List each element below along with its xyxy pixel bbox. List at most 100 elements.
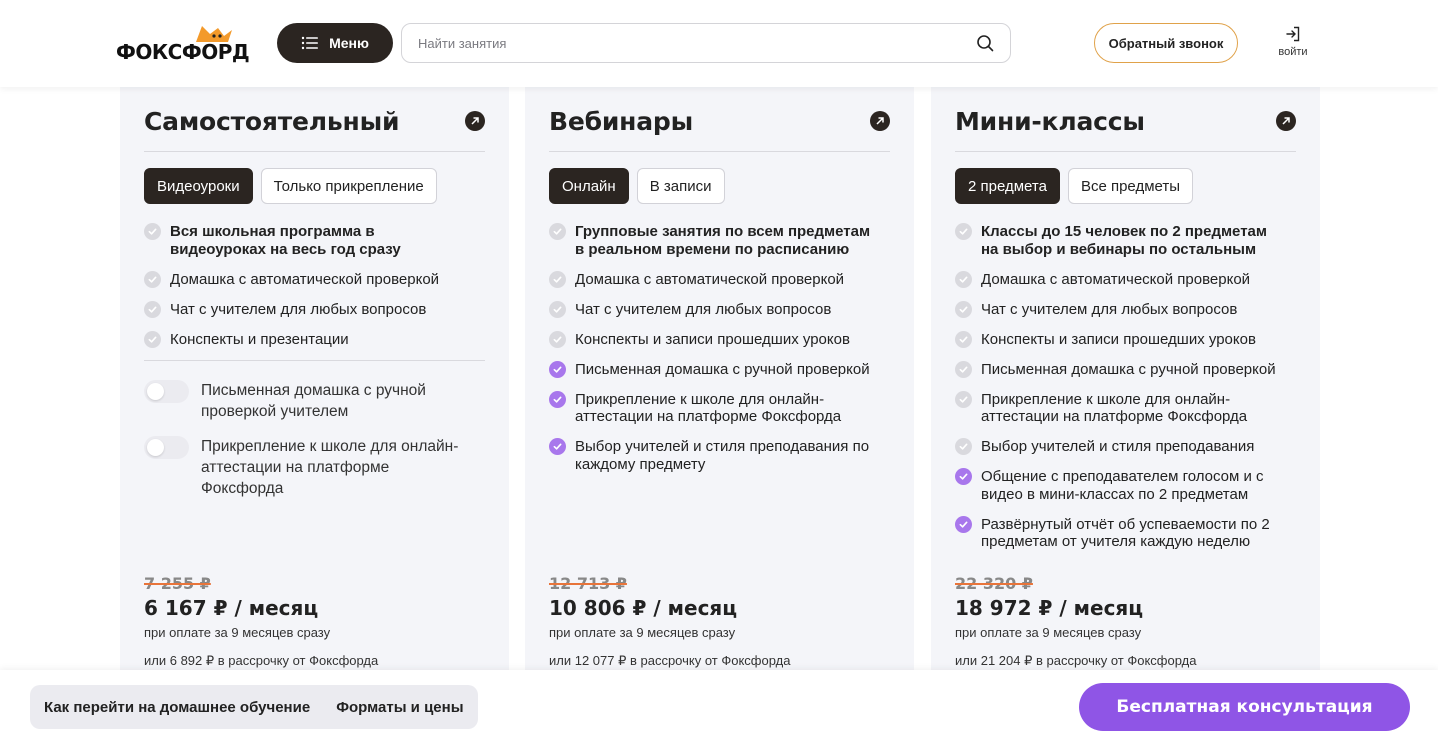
divider (955, 151, 1296, 152)
check-circle-icon (144, 223, 161, 240)
check-circle-icon (955, 438, 972, 455)
check-circle-icon (144, 330, 161, 348)
check-circle-icon (549, 270, 566, 288)
check-circle-icon (549, 390, 566, 408)
feature-item: Выбор учителей и стиля преподавания по к… (549, 438, 890, 473)
feature-item: Чат с учителем для любых вопросов (144, 300, 485, 319)
logo[interactable]: ФОКСФОРД (116, 24, 256, 64)
feature-list: Групповые занятия по всем предметам в ре… (549, 223, 890, 486)
feature-list: Классы до 15 человек по 2 предметам на в… (955, 223, 1296, 563)
arrow-up-right-icon[interactable] (1276, 111, 1296, 131)
divider (549, 151, 890, 152)
toggle-switch[interactable] (144, 436, 189, 459)
feature-text: Конспекты и презентации (170, 330, 349, 348)
check-circle-icon (955, 223, 972, 240)
card-title: Вебинары (549, 106, 694, 136)
current-price: 18 972 ₽ / месяц (955, 596, 1144, 620)
feature-text: Выбор учителей и стиля преподавания (981, 438, 1255, 455)
addon-toggle-row: Прикрепление к школе для онлайн-аттестац… (144, 436, 485, 499)
old-price: 7 255 ₽ (144, 574, 211, 593)
nav-home-schooling-link[interactable]: Как перейти на домашнее обучение (44, 699, 310, 716)
check-circle-icon (955, 360, 972, 378)
feature-item: Домашка с автоматической проверкой (955, 270, 1296, 289)
check-circle-icon (549, 223, 566, 240)
feature-text: Чат с учителем для любых вопросов (170, 300, 427, 318)
check-circle-icon (549, 360, 566, 378)
feature-text: Домашка с автоматической проверкой (981, 270, 1251, 288)
menu-label: Меню (329, 35, 369, 51)
check-circle-icon (955, 390, 972, 408)
feature-text: Выбор учителей и стиля преподавания по к… (575, 438, 870, 473)
installment-note: или 21 204 ₽ в рассрочку от Фоксфорда (955, 653, 1197, 668)
tab-option[interactable]: Онлайн (549, 168, 629, 204)
login-button[interactable]: войти (1270, 26, 1316, 66)
card-header: Вебинары (549, 105, 890, 137)
toggle-label: Письменная домашка с ручной проверкой уч… (201, 382, 426, 420)
check-circle-icon (549, 300, 566, 318)
feature-text: Домашка с автоматической проверкой (575, 270, 845, 288)
card-header: Мини-классы (955, 105, 1296, 137)
feature-text: Чат с учителем для любых вопросов (575, 300, 832, 318)
free-consultation-button[interactable]: Бесплатная консультация (1079, 683, 1410, 731)
arrow-up-right-icon[interactable] (870, 111, 890, 131)
card-title: Самостоятельный (144, 106, 400, 136)
price-note: при оплате за 9 месяцев сразу (955, 625, 1142, 640)
divider (144, 360, 485, 361)
feature-item: Конспекты и записи прошедших уроков (549, 330, 890, 349)
feature-item: Прикрепление к школе для онлайн-аттестац… (549, 390, 890, 426)
search-bar (401, 23, 1011, 63)
price-note: при оплате за 9 месяцев сразу (549, 625, 736, 640)
check-circle-icon (955, 330, 972, 348)
tab-option[interactable]: В записи (636, 168, 725, 204)
feature-item: Общение с преподавателем голосом и с вид… (955, 468, 1296, 503)
feature-text: Чат с учителем для любых вопросов (981, 300, 1238, 318)
callback-button[interactable]: Обратный звонок (1094, 23, 1238, 63)
tab-option[interactable]: Видеоуроки (144, 168, 253, 204)
feature-text: Общение с преподавателем голосом и с вид… (981, 468, 1264, 503)
search-input[interactable] (418, 35, 976, 51)
check-circle-icon (955, 270, 972, 288)
feature-item: Домашка с автоматической проверкой (549, 270, 890, 289)
nav-formats-prices-link[interactable]: Форматы и цены (336, 699, 463, 716)
feature-item: Конспекты и записи прошедших уроков (955, 330, 1296, 349)
menu-button[interactable]: Меню (277, 23, 393, 63)
format-tabs: 2 предмета Все предметы (955, 168, 1194, 204)
divider (144, 151, 485, 152)
addon-toggles: Письменная домашка с ручной проверкой уч… (144, 380, 485, 513)
search-icon[interactable] (976, 34, 994, 52)
plan-card-self: Самостоятельный Видеоуроки Только прикреп… (120, 87, 509, 677)
tab-option[interactable]: Все предметы (1067, 168, 1194, 204)
feature-item: Чат с учителем для любых вопросов (549, 300, 890, 319)
toggle-switch[interactable] (144, 380, 189, 403)
feature-text: Классы до 15 человек по 2 предметам на в… (981, 223, 1267, 258)
feature-item: Развёрнутый отчёт об успеваемости по 2 п… (955, 515, 1296, 551)
tab-option[interactable]: Только прикрепление (260, 168, 437, 204)
feature-text: Прикрепление к школе для онлайн-аттестац… (981, 390, 1248, 426)
feature-text: Прикрепление к школе для онлайн-аттестац… (575, 390, 842, 426)
current-price: 10 806 ₽ / месяц (549, 596, 738, 620)
installment-note: или 6 892 ₽ в рассрочку от Фоксфорда (144, 653, 379, 668)
plan-card-mini-classes: Мини-классы 2 предмета Все предметы Класс… (931, 87, 1320, 677)
feature-text: Конспекты и записи прошедших уроков (575, 330, 850, 348)
old-price: 12 713 ₽ (549, 574, 627, 593)
tab-option[interactable]: 2 предмета (955, 168, 1060, 204)
check-circle-icon (955, 468, 972, 485)
format-tabs: Онлайн В записи (549, 168, 725, 204)
login-icon (1286, 26, 1300, 42)
price-note: при оплате за 9 месяцев сразу (144, 625, 331, 640)
feature-item: Прикрепление к школе для онлайн-аттестац… (955, 390, 1296, 426)
feature-text: Письменная домашка с ручной проверкой (575, 360, 870, 378)
feature-text: Развёрнутый отчёт об успеваемости по 2 п… (981, 515, 1270, 551)
feature-item: Письменная домашка с ручной проверкой (549, 360, 890, 379)
check-circle-icon (549, 330, 566, 348)
format-tabs: Видеоуроки Только прикрепление (144, 168, 437, 204)
arrow-up-right-icon[interactable] (465, 111, 485, 131)
feature-text: Вся школьная программа в видеоуроках на … (170, 223, 401, 258)
feature-item: Вся школьная программа в видеоуроках на … (144, 223, 485, 258)
toggle-label: Прикрепление к школе для онлайн-аттестац… (201, 438, 459, 497)
login-label: войти (1278, 46, 1308, 58)
menu-list-icon (301, 36, 319, 50)
plan-card-webinars: Вебинары Онлайн В записи Групповые заняти… (525, 87, 914, 677)
feature-list: Вся школьная программа в видеоуроках на … (144, 223, 485, 361)
addon-toggle-row: Письменная домашка с ручной проверкой уч… (144, 380, 485, 422)
